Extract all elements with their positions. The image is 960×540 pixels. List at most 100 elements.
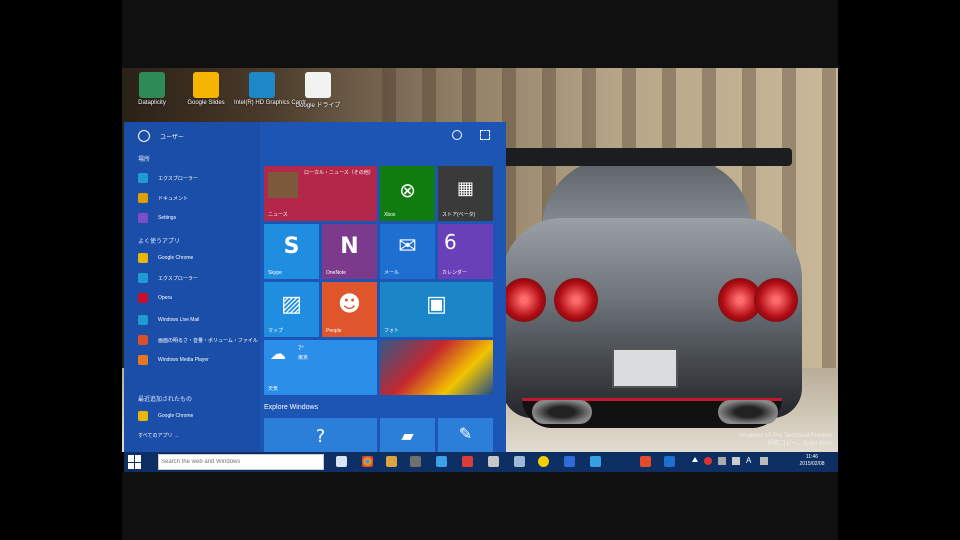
store-icon[interactable] [410, 456, 421, 467]
user-icon [138, 130, 150, 142]
letterbox-left [0, 0, 122, 540]
weather-cloud-icon: ☁ [270, 344, 286, 363]
build-watermark: Windows 10 Pro Technical Preview 評価コピー。B… [738, 433, 832, 447]
start-item-opera[interactable]: Opera [138, 290, 256, 306]
app-icon[interactable] [488, 456, 499, 467]
start-item-chrome-recent[interactable]: Google Chrome [138, 408, 256, 424]
tile-feedback-chat[interactable]: ✎ [438, 418, 493, 452]
tile-photos[interactable]: ▣ フォト [380, 282, 493, 337]
chrome-icon [138, 411, 148, 421]
media-player-icon [138, 355, 148, 365]
tile-onenote[interactable]: N OneNote [322, 224, 377, 279]
video-frame: Dataplicity Google Slides Intel(R) HD Gr… [0, 0, 960, 540]
help-icon: ? [315, 426, 326, 447]
letterbox-top [122, 0, 838, 68]
ie-icon[interactable] [436, 456, 447, 467]
calendar-day: 6 [444, 230, 457, 254]
chrome-icon [138, 253, 148, 263]
sticky-icon[interactable] [538, 456, 549, 467]
start-item-live-mail[interactable]: Windows Live Mail [138, 312, 256, 328]
tile-calendar[interactable]: 6 カレンダー [438, 224, 493, 279]
people-icon: ☻ [338, 292, 361, 317]
mail-icon[interactable] [462, 456, 473, 467]
xbox-icon: ⊗ [399, 178, 416, 202]
tile-maps[interactable]: ▨ マップ [264, 282, 319, 337]
maps-icon[interactable] [590, 456, 601, 467]
power-icon[interactable] [452, 130, 462, 140]
mail-icon [138, 315, 148, 325]
tray-keyboard-icon[interactable] [760, 457, 768, 465]
start-item-display-settings[interactable]: 画面の明るさ・音量・ボリューム・ファイル [138, 332, 258, 348]
desktop-icon-google-drive[interactable]: Google ドライブ [290, 72, 346, 109]
gear-icon [138, 213, 148, 223]
ag-icon[interactable] [564, 456, 575, 467]
explore-windows-heading: Explore Windows [264, 404, 319, 411]
tile-people[interactable]: ☻ People [322, 282, 377, 337]
chat-icon: ✎ [458, 424, 473, 443]
windows-logo-icon: ▰ [401, 426, 414, 445]
explorer-icon[interactable] [386, 456, 397, 467]
tray-alert-icon[interactable] [704, 457, 712, 465]
tile-xbox[interactable]: ⊗ Xbox [380, 166, 435, 221]
places-heading: 場所 [138, 157, 151, 163]
taskbar: A 11:46 2015/02/08 [124, 452, 838, 472]
onenote-icon: N [340, 234, 359, 259]
windows-logo-icon [128, 455, 134, 462]
desktop-icon-intel-graphics[interactable]: Intel(R) HD Graphics Contr [234, 72, 306, 106]
tile-weather[interactable]: ☁ 7° 東京 天気 [264, 340, 377, 395]
tray-volume-icon[interactable] [718, 457, 726, 465]
letterbox-bottom [122, 472, 838, 540]
mail-icon: ✉ [398, 234, 417, 259]
intel-graphics-icon [249, 72, 275, 98]
tile-skype[interactable]: S Skype [264, 224, 319, 279]
map-icon: ▨ [281, 292, 302, 317]
folder-icon [138, 173, 148, 183]
user-name: ユーザー [160, 134, 184, 141]
tile-mail[interactable]: ✉ メール [380, 224, 435, 279]
taskbar-clock[interactable]: 11:46 2015/02/08 [790, 454, 834, 468]
folder-icon [138, 273, 148, 283]
desktop-icon-google-slides[interactable]: Google Slides [178, 72, 234, 106]
start-item-documents[interactable]: ドキュメント [138, 190, 256, 206]
app-red-icon[interactable] [640, 456, 651, 467]
all-apps-link[interactable]: すべてのアプリ → [138, 432, 179, 439]
dataplicity-icon [139, 72, 165, 98]
tray-expand-icon[interactable] [692, 457, 698, 462]
tile-sports-photo[interactable] [380, 340, 493, 395]
tile-windows-feedback[interactable]: ▰ [380, 418, 435, 452]
tile-get-started[interactable]: ? [264, 418, 377, 452]
letterbox-right [838, 0, 960, 540]
start-item-settings[interactable]: Settings [138, 210, 256, 226]
wallpaper-car [492, 148, 812, 448]
app-blue-icon[interactable] [664, 456, 675, 467]
start-item-explorer-2[interactable]: エクスプローラー [138, 270, 256, 286]
tile-store[interactable]: ▦ ストア(ベータ) [438, 166, 493, 221]
most-used-heading: よく使うアプリ [138, 239, 181, 245]
start-item-media-player[interactable]: Windows Media Player [138, 352, 256, 368]
photo-icon: ▣ [426, 292, 447, 317]
search-input[interactable] [158, 454, 324, 470]
news-thumbnail [268, 172, 298, 198]
desktop-icon-dataplicity[interactable]: Dataplicity [124, 72, 180, 106]
recently-added-heading: 最近追加されたもの [138, 397, 193, 403]
documents-icon [138, 193, 148, 203]
task-view-icon[interactable] [336, 456, 347, 467]
start-menu: ユーザー 場所 エクスプローラー ドキュメント Settings よく使うアプリ… [124, 122, 506, 452]
store-icon: ▦ [456, 178, 474, 199]
network-app-icon[interactable] [514, 456, 525, 467]
display-icon [138, 335, 148, 345]
start-item-chrome[interactable]: Google Chrome [138, 250, 256, 266]
tile-news[interactable]: ローカル・ニュース（その他） ニュース [264, 166, 377, 221]
start-item-explorer[interactable]: エクスプローラー [138, 170, 256, 186]
fullscreen-expand-icon[interactable] [480, 130, 490, 140]
start-button[interactable] [128, 455, 142, 469]
chrome-icon[interactable] [362, 456, 373, 467]
opera-icon [138, 293, 148, 303]
tray-network-icon[interactable] [732, 457, 740, 465]
skype-icon: S [283, 234, 300, 259]
start-user-account[interactable]: ユーザー [138, 128, 184, 144]
google-drive-file-icon [305, 72, 331, 98]
ime-indicator[interactable]: A [746, 457, 754, 465]
license-plate [612, 348, 678, 388]
google-slides-icon [193, 72, 219, 98]
